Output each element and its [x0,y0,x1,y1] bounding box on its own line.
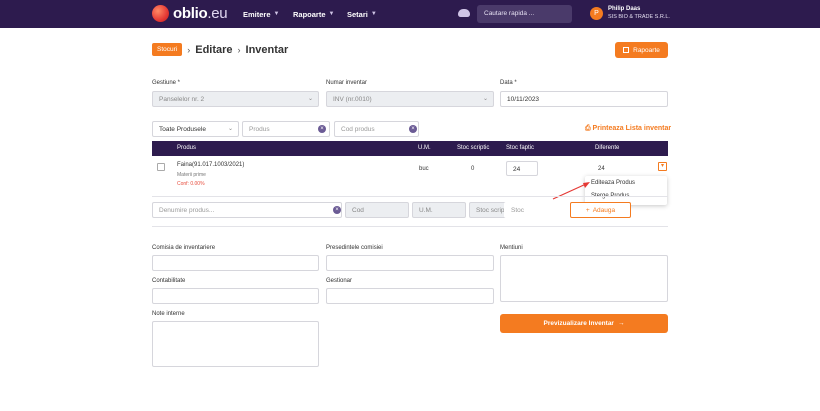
note-interne-textarea[interactable] [152,321,319,367]
chevron-down-icon: ▼ [273,11,280,17]
product-category: Materii prime [177,172,206,178]
print-inventory-link[interactable]: ⎙ Printeaza Lista inventar [585,125,671,133]
add-button[interactable]: + Adauga [570,202,631,218]
new-product-name-input[interactable]: Denumire produs... [152,202,342,218]
chevron-down-icon: ⌄ [307,96,313,102]
mentiuni-label: Mentiuni [500,245,523,251]
annotation-arrow [552,182,590,200]
nav-rapoarte[interactable]: Rapoarte ▼ [293,0,334,28]
table-header: Produs U.M. Stoc scriptic Stoc faptic Di… [152,141,668,156]
gestionar-label: Gestionar [326,278,353,284]
logo[interactable]: oblio.eu [152,5,228,22]
search-input[interactable]: Cautare rapida ... [477,5,572,23]
numar-select[interactable]: INV (nr.0010) ⌄ [326,91,494,107]
um-value: buc [419,166,429,172]
chevron-right-icon: › [187,44,191,55]
preview-inventory-button[interactable]: Previzualizare Inventar → [500,314,668,333]
numar-label: Numar inventar [326,80,368,86]
note-interne-label: Note interne [152,311,185,317]
page-title: Inventar [245,43,289,56]
add-button-label: Adauga [592,206,616,214]
col-stoc-faptic: Stoc faptic [506,145,535,151]
diferente-value: 24 [598,166,605,172]
new-product-code-input[interactable]: Cod [345,202,409,218]
breadcrumb-editare: Editare [195,43,233,56]
row-checkbox[interactable] [157,163,165,171]
chevron-right-icon: › [237,44,241,55]
breadcrumb-stocuri[interactable]: Stocuri [152,43,183,56]
presedinte-label: Presedintele comisiei [326,245,383,251]
comisia-label: Comisia de inventariere [152,245,216,251]
clear-icon[interactable]: × [318,125,326,133]
reports-button-label: Rapoarte [633,46,660,54]
gestiune-value: Panselelor nr. 2 [159,96,205,103]
gestiune-label: Gestiune * [152,80,181,86]
user-name[interactable]: Philip Daas [608,6,640,12]
chevron-down-icon: ⌄ [482,96,488,102]
col-um: U.M. [418,145,431,151]
chevron-down-icon: ▼ [328,11,335,17]
print-link-label: Printeaza Lista inventar [592,125,672,132]
col-stoc-scriptic: Stoc scriptic [457,145,490,151]
clear-icon[interactable]: × [409,125,417,133]
menu-item-edit-product[interactable]: Editeaza Produs [591,180,635,186]
company-name: SIS BIO & TRADE S.R.L. [608,14,670,20]
breadcrumb: Stocuri › Editare › Inventar [152,43,288,56]
col-produs: Produs [177,145,197,151]
product-filter-input[interactable]: Produs [242,121,330,137]
date-field[interactable]: 10/11/2023 [500,91,668,107]
nav-setari[interactable]: Setari ▼ [347,0,377,28]
product-name: Faina(91.017.1003/2021) [177,162,245,168]
cloud-icon[interactable] [458,9,470,17]
presedinte-input[interactable] [326,255,494,271]
code-filter-input[interactable]: Cod produs [334,121,419,137]
chevron-down-icon: ▼ [370,11,377,17]
products-filter-select[interactable]: Toate Produsele ⌄ [152,121,239,137]
gestiune-select[interactable]: Panselelor nr. 2 ⌄ [152,91,319,107]
comisia-input[interactable] [152,255,319,271]
products-filter-value: Toate Produsele [159,126,206,133]
report-icon [623,47,630,53]
plus-icon: + [585,206,590,214]
new-product-um-input[interactable]: U.M. [412,202,466,218]
gestionar-input[interactable] [326,288,494,304]
logo-ext: .eu [207,5,228,22]
stoc-scriptic-value: 0 [471,166,475,172]
printer-icon: ⎙ [585,125,593,132]
data-label: Data * [500,80,517,86]
row-actions-dropdown: Editeaza Produs Sterge Produs [585,176,667,205]
reports-button[interactable]: Rapoarte [615,42,668,58]
nav-emitere[interactable]: Emitere ▼ [243,0,279,28]
user-avatar-icon[interactable]: P [590,7,603,20]
nav-label: Rapoarte [293,9,326,19]
logo-icon [152,5,169,22]
col-diferente: Diferente [595,145,620,151]
nav-label: Emitere [243,9,271,19]
product-note: Conf: 0.00% [177,181,205,187]
chevron-down-icon: ⌄ [227,126,233,132]
divider [152,226,668,227]
new-product-stoc-input[interactable]: Stoc [504,202,566,218]
contabilitate-label: Contabilitate [152,278,186,284]
preview-button-label: Previzualizare Inventar [543,320,614,327]
logo-main: oblio [173,5,208,22]
row-actions-menu-button[interactable]: ▾ [658,162,667,171]
nav-label: Setari [347,9,368,19]
numar-value: INV (nr.0010) [333,96,372,103]
mentiuni-textarea[interactable] [500,255,668,302]
arrow-right-icon: → [617,320,625,327]
clear-icon[interactable]: × [333,206,341,214]
contabilitate-input[interactable] [152,288,319,304]
divider [152,196,668,197]
top-navbar: oblio.eu Emitere ▼ Rapoarte ▼ Setari ▼ Caut… [0,0,820,28]
stoc-faptic-input[interactable]: 24 [506,161,538,176]
